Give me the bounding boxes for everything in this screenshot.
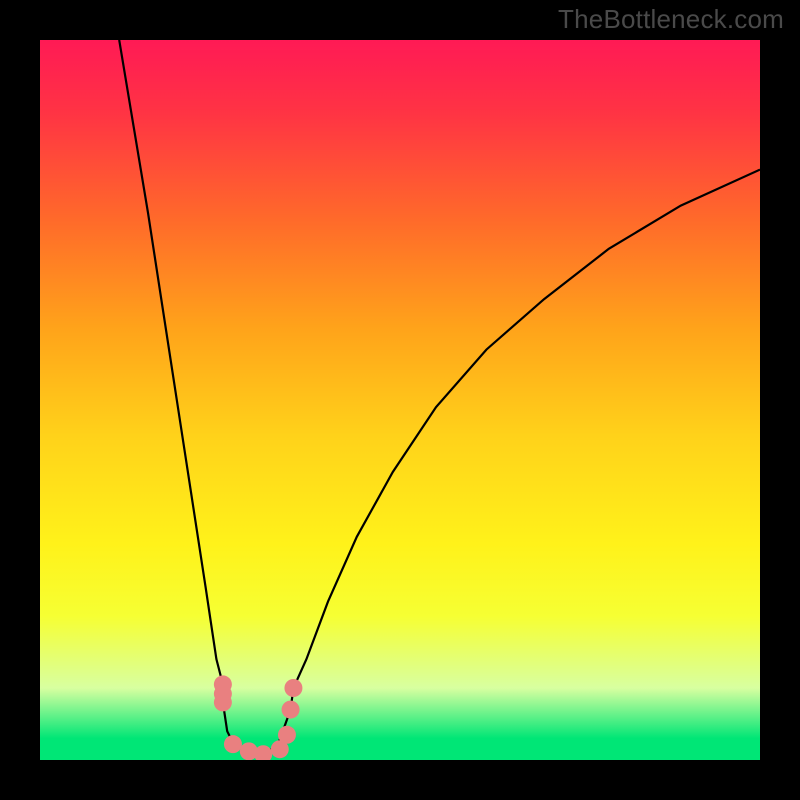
data-marker bbox=[282, 701, 300, 719]
data-marker bbox=[278, 726, 296, 744]
plot-area bbox=[40, 40, 760, 760]
curve-layer bbox=[40, 40, 760, 760]
curve-left bbox=[119, 40, 263, 754]
data-marker bbox=[284, 679, 302, 697]
curve-right bbox=[263, 170, 760, 755]
data-marker bbox=[224, 735, 242, 753]
data-marker bbox=[214, 693, 232, 711]
marker-group bbox=[214, 675, 303, 760]
chart-frame: TheBottleneck.com bbox=[0, 0, 800, 800]
attribution-label: TheBottleneck.com bbox=[558, 4, 784, 35]
